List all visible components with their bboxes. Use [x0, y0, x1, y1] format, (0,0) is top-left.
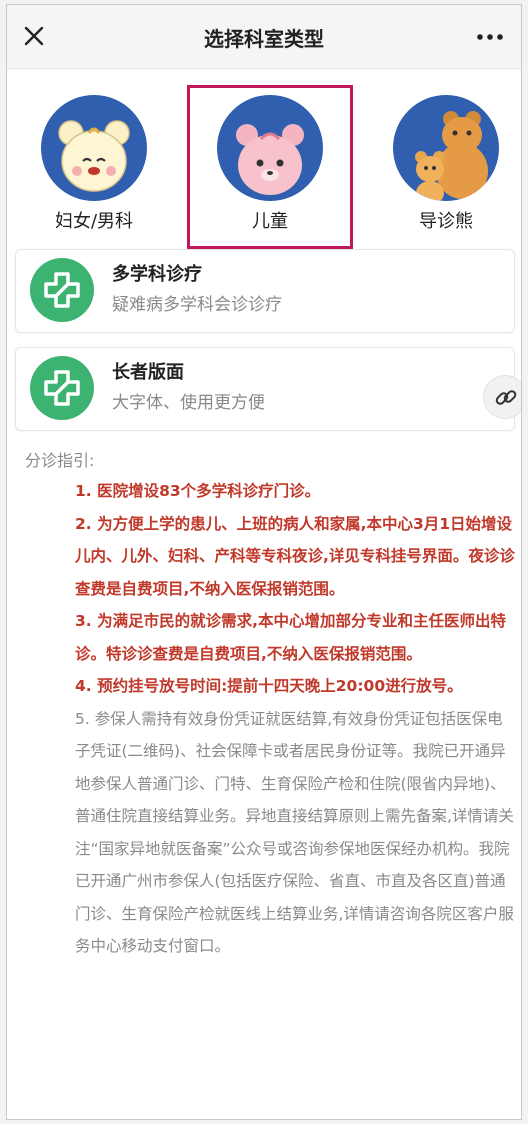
page-title: 选择科室类型 [204, 27, 324, 51]
app-frame: 选择科室类型 妇女/男科 儿童 导诊熊 多学科诊疗 疑难病多学科会诊诊疗 长者版… [6, 4, 522, 1120]
guide-list: 1. 医院增设83个多学科诊疗门诊。 2. 为方便上学的患儿、上班的病人和家属,… [75, 475, 515, 963]
bear-avatar-pink [217, 95, 323, 201]
card-title: 多学科诊疗 [112, 264, 202, 285]
dept-label: 导诊熊 [419, 211, 473, 232]
dept-children[interactable]: 儿童 [213, 95, 327, 233]
medical-cross-icon [30, 258, 94, 322]
more-icon [477, 34, 503, 40]
guide-item: 2. 为方便上学的患儿、上班的病人和家属,本中心3月1日始增设儿内、儿外、妇科、… [75, 514, 515, 598]
card-elderly-mode[interactable]: 长者版面 大字体、使用更方便 [15, 347, 515, 431]
card-subtitle: 疑难病多学科会诊诊疗 [112, 295, 282, 315]
dept-label: 妇女/男科 [54, 211, 134, 232]
medical-cross-icon [30, 356, 94, 420]
guide-item: 3. 为满足市民的就诊需求,本中心增加部分专业和主任医师出特诊。特诊诊查费是自费… [75, 612, 506, 663]
dept-label: 儿童 [252, 211, 288, 232]
link-icon [495, 390, 517, 405]
guide-item: 4. 预约挂号放号时间:提前十四天晚上20:00进行放号。 [75, 677, 463, 695]
dept-guide-bear[interactable]: 导诊熊 [389, 95, 503, 233]
card-title: 长者版面 [112, 362, 184, 383]
bear-avatar-brown [393, 95, 499, 201]
link-button[interactable] [483, 375, 521, 419]
guide-item: 5. 参保人需持有效身份凭证就医结算,有效身份凭证包括医保电子凭证(二维码)、社… [75, 709, 514, 956]
card-subtitle: 大字体、使用更方便 [112, 393, 265, 413]
guide-heading: 分诊指引: [25, 451, 95, 470]
title-bar: 选择科室类型 [7, 5, 521, 69]
dept-women-men[interactable]: 妇女/男科 [37, 95, 151, 233]
more-button[interactable] [475, 23, 505, 51]
card-multidiscipline[interactable]: 多学科诊疗 疑难病多学科会诊诊疗 [15, 249, 515, 333]
guide-item: 1. 医院增设83个多学科诊疗门诊。 [75, 482, 321, 500]
bear-avatar-cream [41, 95, 147, 201]
